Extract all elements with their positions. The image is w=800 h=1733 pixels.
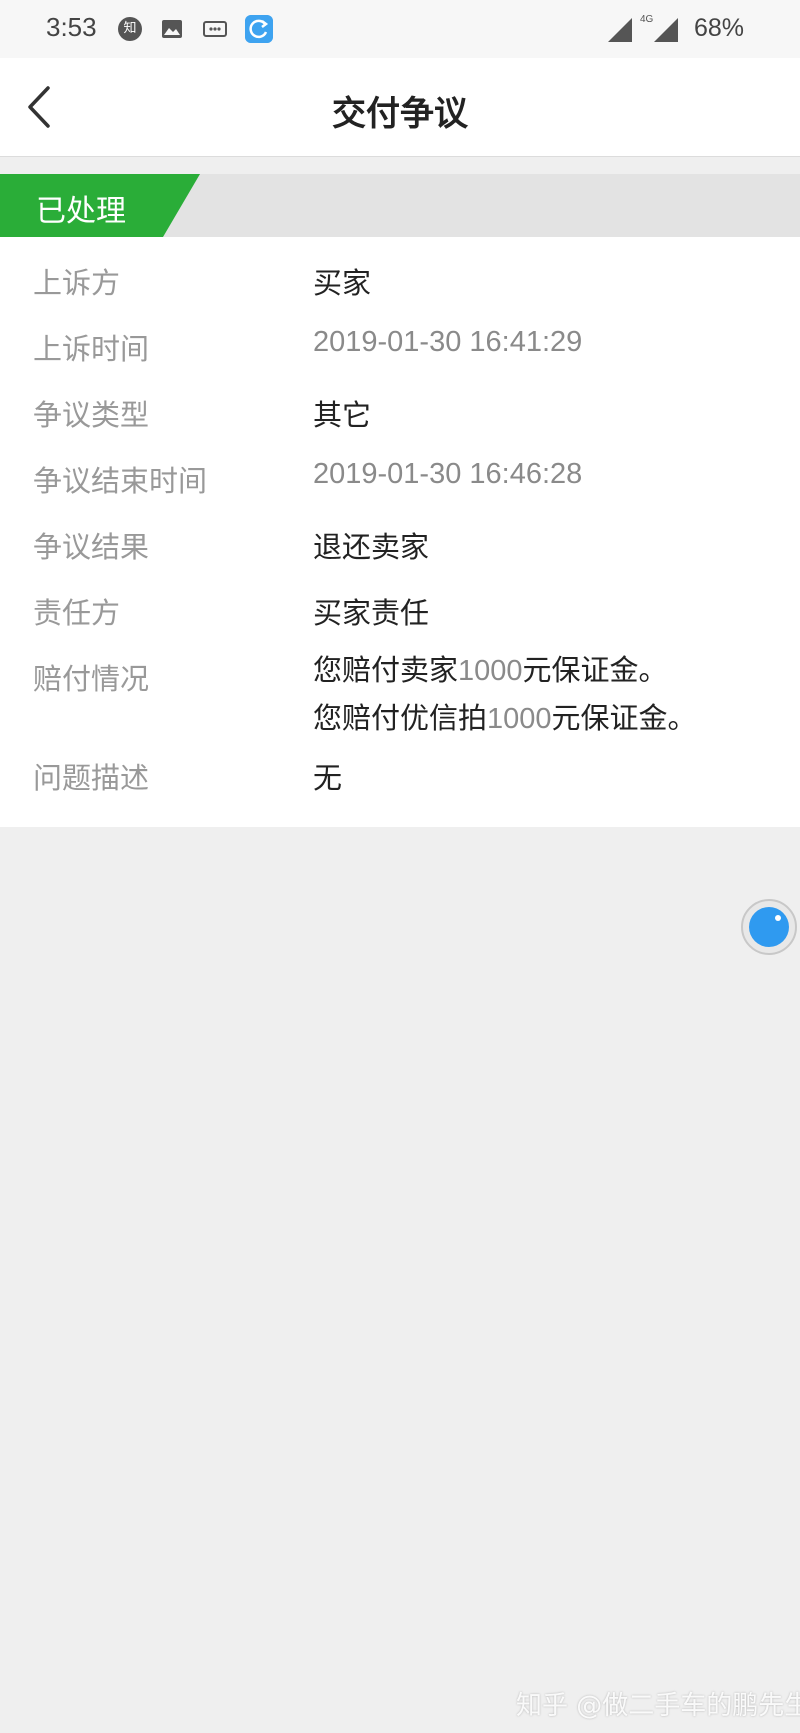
responsible-party-label: 责任方 bbox=[33, 596, 121, 630]
problem-description-value: 无 bbox=[313, 761, 343, 795]
battery-percentage: 68% bbox=[694, 14, 745, 42]
message-notification-icon bbox=[203, 21, 227, 37]
responsible-party-value: 买家责任 bbox=[313, 596, 430, 630]
appellant-value: 买家 bbox=[313, 266, 372, 300]
signal-icon bbox=[608, 18, 632, 42]
signal-4g-icon bbox=[654, 18, 678, 42]
app-notification-icon bbox=[245, 15, 273, 43]
compensation-line-platform: 您赔付优信拍1000元保证金。 bbox=[313, 695, 697, 743]
watermark: 知乎 @做二手车的鹏先生 bbox=[516, 1691, 800, 1721]
status-tag-label: 已处理 bbox=[36, 194, 126, 229]
page-title: 交付争议 bbox=[332, 94, 468, 134]
compensation-platform-suffix: 元保证金。 bbox=[551, 701, 697, 735]
appeal-time-label: 上诉时间 bbox=[33, 332, 150, 366]
dispute-end-time-label: 争议结束时间 bbox=[33, 464, 208, 498]
compensation-seller-prefix: 您赔付卖家 bbox=[313, 653, 459, 687]
floating-camera-button[interactable] bbox=[740, 898, 798, 956]
dispute-details-card: 上诉方 买家 上诉时间 2019-01-30 16:41:29 争议类型 其它 … bbox=[0, 237, 800, 827]
compensation-platform-prefix: 您赔付优信拍 bbox=[313, 701, 488, 735]
status-time: 3:53 bbox=[46, 12, 97, 42]
dispute-type-label: 争议类型 bbox=[33, 398, 150, 432]
image-notification-icon bbox=[162, 20, 182, 38]
compensation-platform-amount: 1000 bbox=[487, 703, 552, 735]
compensation-seller-amount: 1000 bbox=[458, 655, 523, 687]
appeal-time-value: 2019-01-30 16:41:29 bbox=[313, 326, 583, 358]
problem-description-label: 问题描述 bbox=[33, 761, 150, 795]
zhihu-notification-icon: 知 bbox=[118, 17, 142, 41]
dispute-end-time-value: 2019-01-30 16:46:28 bbox=[313, 458, 583, 490]
appellant-label: 上诉方 bbox=[33, 266, 121, 300]
dispute-type-value: 其它 bbox=[313, 398, 372, 432]
compensation-line-seller: 您赔付卖家1000元保证金。 bbox=[313, 647, 697, 695]
dispute-result-label: 争议结果 bbox=[33, 530, 150, 564]
nav-bar: 交付争议 bbox=[0, 58, 800, 157]
status-banner: 已处理 bbox=[0, 174, 800, 237]
dispute-result-value: 退还卖家 bbox=[313, 530, 430, 564]
compensation-label: 赔付情况 bbox=[33, 662, 150, 696]
compensation-value: 您赔付卖家1000元保证金。 您赔付优信拍1000元保证金。 bbox=[313, 647, 697, 743]
status-bar: 3:53 知 4G 68% bbox=[0, 0, 800, 58]
compensation-seller-suffix: 元保证金。 bbox=[522, 653, 668, 687]
